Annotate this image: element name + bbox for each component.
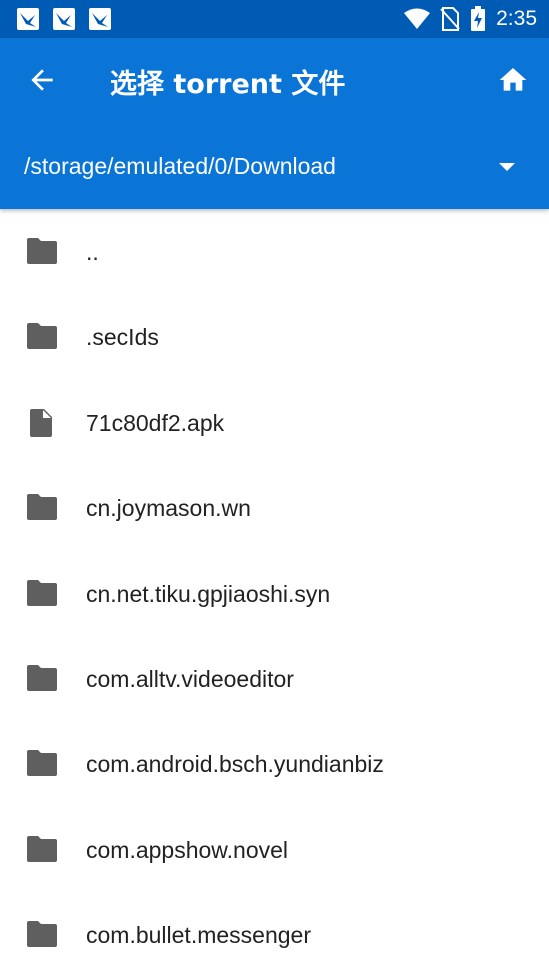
file-name: 71c80df2.apk [86,409,225,436]
file-name: .. [86,239,99,265]
list-item[interactable]: com.alltv.videoeditor [0,636,549,721]
list-item[interactable]: cn.joymason.wn [0,465,549,550]
folder-icon [27,579,57,606]
bird-notification-icon [17,8,39,30]
no-sim-icon [440,7,460,31]
folder-icon [27,921,57,948]
file-icon [30,408,52,437]
list-item[interactable]: .secIds [0,294,549,379]
bird-notification-icon [89,8,111,30]
file-name: com.appshow.novel [86,836,289,863]
file-name: cn.joymason.wn [86,495,251,522]
folder-icon [27,750,57,777]
app-bar: 选择 torrent 文件 /storage/emulated/0/Downlo… [0,38,549,209]
status-bar: 2:35 [0,0,549,38]
file-name: com.bullet.messenger [86,922,311,949]
folder-icon [27,664,57,691]
path-selector[interactable]: /storage/emulated/0/Download [0,138,549,196]
list-item[interactable]: .. [0,209,549,294]
dropdown-arrow-icon[interactable] [499,163,515,171]
list-item[interactable]: 71c80df2.apk [0,380,549,465]
file-name: com.android.bsch.yundianbiz [86,751,384,778]
folder-icon [27,494,57,521]
list-item[interactable]: com.android.bsch.yundianbiz [0,721,549,806]
folder-icon [27,238,57,264]
arrow-left-icon[interactable] [26,64,58,96]
file-name: cn.net.tiku.gpjiaoshi.syn [86,580,331,607]
home-icon[interactable] [497,64,529,96]
wifi-icon [404,8,431,29]
list-item[interactable]: com.appshow.novel [0,807,549,892]
page-title: 选择 torrent 文件 [110,69,346,100]
file-list: .. .secIds 71c80df2.apk cn.joymason.wn c… [0,209,549,978]
folder-icon [27,835,57,862]
current-path: /storage/emulated/0/Download [24,153,336,179]
clock: 2:35 [496,7,537,30]
file-name: com.alltv.videoeditor [86,665,294,692]
folder-icon [27,323,57,350]
battery-charging-icon [471,6,486,31]
bird-notification-icon [53,8,75,30]
list-item[interactable]: cn.net.tiku.gpjiaoshi.syn [0,551,549,636]
list-item[interactable]: com.bullet.messenger [0,892,549,977]
system-icons: 2:35 [404,0,537,38]
file-name: .secIds [86,324,159,351]
notification-icons [16,7,112,31]
